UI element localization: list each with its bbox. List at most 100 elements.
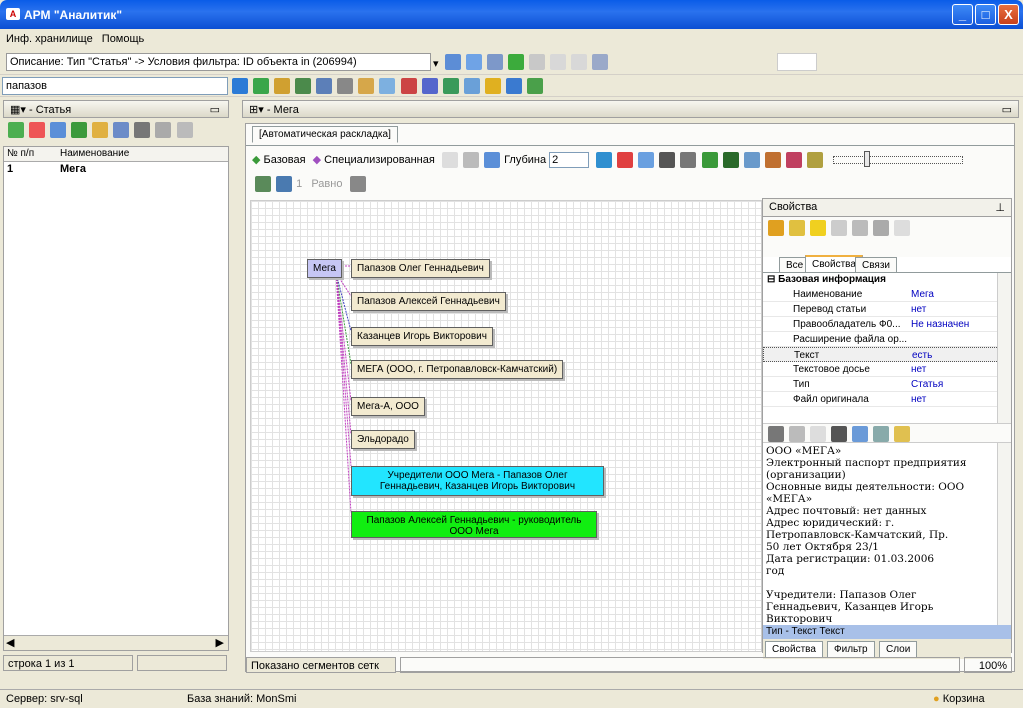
node-5[interactable]: Мега-А, ООО (351, 397, 425, 416)
grid-props-icon[interactable] (873, 220, 890, 236)
graph-panel-minimize-icon[interactable]: ▭ (1002, 103, 1012, 116)
paste-icon[interactable] (571, 54, 588, 70)
pen-icon[interactable] (789, 426, 806, 442)
brush-icon[interactable] (487, 54, 504, 70)
align-label[interactable]: Равно (311, 178, 342, 190)
link-icon[interactable] (92, 122, 109, 138)
search-input[interactable]: папазов (2, 77, 228, 95)
stop-icon[interactable] (617, 152, 634, 168)
funnel-icon[interactable] (785, 152, 802, 168)
stats-icon[interactable] (400, 78, 417, 94)
table-view-icon[interactable]: ▦▾ (10, 104, 26, 116)
layout-grid-icon[interactable] (462, 152, 479, 168)
node-4[interactable]: МЕГА (ООО, г. Петропавловск-Камчатский) (351, 360, 564, 379)
style-icon[interactable] (806, 152, 823, 168)
bottom-tab-properties[interactable]: Свойства (765, 641, 823, 658)
folder-icon[interactable] (484, 78, 501, 94)
report-icon[interactable] (421, 78, 438, 94)
column-name[interactable]: Наименование (60, 148, 129, 159)
copy-graph-icon[interactable] (349, 176, 366, 192)
properties-scrollbar[interactable] (997, 273, 1011, 423)
graph-icon[interactable] (505, 78, 522, 94)
list-icon[interactable] (155, 122, 172, 138)
grid-filter-icon[interactable] (316, 78, 333, 94)
prop-row[interactable]: Правообладатель Ф0... Не назначен (763, 317, 1011, 332)
window-icon[interactable] (852, 426, 869, 442)
export2-icon[interactable] (176, 122, 193, 138)
star-options-icon[interactable] (894, 220, 911, 236)
menu-help[interactable]: Помощь (102, 33, 145, 45)
export-icon[interactable] (592, 54, 609, 70)
star-all-icon[interactable] (852, 220, 869, 236)
table-row[interactable]: 1 Мега (4, 162, 228, 176)
description-dropdown-icon[interactable]: ▾ (433, 57, 439, 70)
node-founders[interactable]: Учредители ООО Мега - Папазов Олег Генна… (351, 466, 604, 496)
layout-icon[interactable] (526, 78, 543, 94)
text-scrollbar[interactable] (997, 443, 1011, 625)
back-arrow-icon[interactable] (508, 54, 525, 70)
copy-icon[interactable] (550, 54, 567, 70)
target-icon[interactable] (701, 152, 718, 168)
prop-row[interactable]: Расширение файла ор... (763, 332, 1011, 347)
prop-row[interactable]: Текстовое досье нет (763, 362, 1011, 377)
fit-icon[interactable] (638, 152, 655, 168)
pin-icon[interactable]: ⊥ (995, 201, 1005, 214)
prop-row[interactable]: Перевод статьи нет (763, 302, 1011, 317)
zoom-slider-thumb[interactable] (863, 151, 870, 167)
menu-storage[interactable]: Инф. хранилище (6, 33, 93, 45)
find-icon[interactable] (232, 78, 248, 94)
go-icon[interactable] (274, 78, 291, 94)
binoculars-icon[interactable] (659, 152, 676, 168)
edit-icon[interactable] (50, 122, 67, 138)
column-num[interactable]: № п/п (7, 148, 34, 159)
collapse-icon[interactable]: ⊟ (767, 274, 775, 285)
star-icon[interactable] (810, 220, 827, 236)
basket-button[interactable]: ● Корзина (933, 693, 985, 705)
binoculars-next-icon[interactable] (680, 152, 697, 168)
refresh-graph-icon[interactable] (596, 152, 613, 168)
people-icon[interactable] (358, 78, 375, 94)
node-1[interactable]: Папазов Олег Геннадьевич (351, 259, 490, 278)
filter-icon[interactable] (445, 54, 461, 70)
prop-row[interactable]: Тип Статья (763, 377, 1011, 392)
minimize-button[interactable]: _ (952, 4, 973, 25)
node-root[interactable]: Мега (307, 259, 342, 278)
zoom-slider[interactable] (832, 151, 963, 167)
table-icon[interactable] (113, 122, 130, 138)
tree-icon[interactable] (255, 176, 271, 192)
panel-minimize-icon[interactable]: ▭ (210, 103, 220, 116)
tab-auto-layout[interactable]: [Автоматическая раскладка] (252, 126, 398, 143)
refresh-icon[interactable] (71, 122, 88, 138)
horizontal-scrollbar[interactable]: ◀ ▶ (4, 635, 228, 650)
layer-value[interactable]: 1 (296, 178, 302, 190)
add-find-icon[interactable] (253, 78, 270, 94)
maximize-button[interactable]: □ (975, 4, 996, 25)
unlock-icon[interactable] (789, 220, 806, 236)
add-icon[interactable] (8, 122, 24, 138)
doc-icon[interactable] (463, 78, 480, 94)
depth-select[interactable]: 2 (549, 152, 590, 168)
prop-row[interactable]: Файл оригинала нет (763, 392, 1011, 407)
diamond-icon[interactable] (379, 78, 396, 94)
magnifier-icon[interactable] (295, 78, 312, 94)
chart-icon[interactable] (337, 78, 354, 94)
play-icon[interactable] (441, 152, 458, 168)
split-icon[interactable] (873, 426, 890, 442)
bottom-tab-layers[interactable]: Слои (879, 641, 918, 658)
lock-icon[interactable] (768, 220, 784, 236)
delete-icon[interactable] (29, 122, 46, 138)
text-icon[interactable] (810, 426, 827, 442)
target2-icon[interactable] (722, 152, 739, 168)
scroll-left-icon[interactable]: ◀ (6, 636, 14, 649)
graph-canvas[interactable]: Мега Папазов Олег Геннадьевич Папазов Ал… (250, 200, 762, 652)
node-6[interactable]: Эльдорадо (351, 430, 415, 449)
graph-view-icon[interactable]: ⊞▾ (249, 104, 264, 116)
description-field[interactable]: Описание: Тип "Статья" -> Условия фильтр… (6, 53, 431, 71)
bottom-tab-filter[interactable]: Фильтр (827, 641, 875, 658)
column-icon[interactable] (134, 122, 151, 138)
search2-icon[interactable] (442, 78, 459, 94)
close-button[interactable]: X (998, 4, 1019, 25)
clear-icon[interactable] (768, 426, 784, 442)
scroll-right-icon[interactable]: ▶ (216, 636, 224, 649)
hierarchy-icon[interactable] (276, 176, 293, 192)
